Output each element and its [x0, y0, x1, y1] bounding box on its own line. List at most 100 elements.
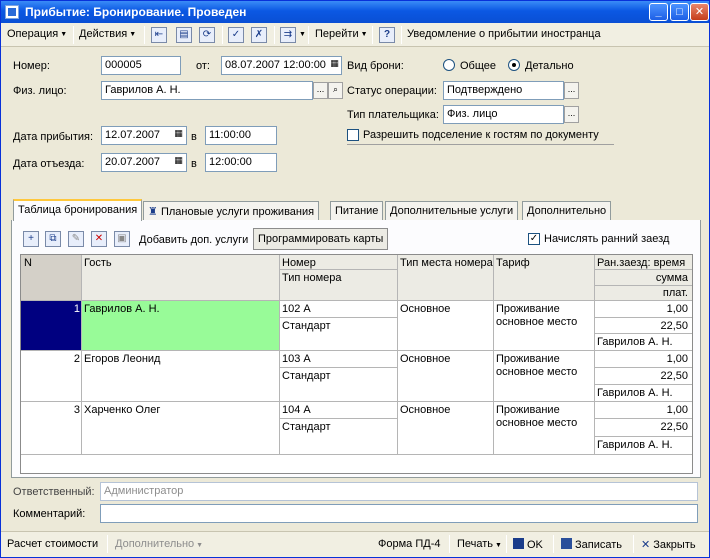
tab-planned-services[interactable]: ♜ Плановые услуги проживания — [143, 201, 320, 221]
early-payer-cell[interactable]: Гаврилов А. Н. — [597, 336, 673, 348]
tariff-cell[interactable]: Проживание — [496, 303, 560, 315]
calendar-icon[interactable]: ▦ — [171, 154, 186, 171]
program-cards-button[interactable]: Программировать карты — [253, 228, 389, 250]
doc-date-field[interactable]: 08.07.2007 12:00:00 — [221, 56, 342, 75]
comment-field[interactable] — [100, 504, 698, 523]
guest-cell[interactable]: Гаврилов А. Н. — [84, 303, 160, 315]
col-early-payer-header[interactable]: плат. — [663, 287, 688, 299]
tab-booking-table[interactable]: Таблица бронирования — [13, 199, 143, 221]
tab-additional-services[interactable]: Дополнительные услуги — [385, 201, 519, 221]
notify-foreigner-button[interactable]: Уведомление о прибытии иностранца — [407, 28, 601, 40]
tab-additional[interactable]: Дополнительно — [522, 201, 612, 221]
row-number[interactable]: 1 — [24, 303, 80, 315]
room-type-cell[interactable]: Стандарт — [282, 320, 331, 332]
maximize-button[interactable]: □ — [670, 3, 689, 21]
back-icon[interactable]: ⇤ — [151, 27, 167, 43]
post-icon[interactable]: ✓ — [228, 27, 244, 43]
minimize-button[interactable]: _ — [649, 3, 668, 21]
based-on-icon[interactable]: ⇉ — [280, 27, 296, 43]
dropdown-arrow-icon: ▼ — [129, 31, 137, 38]
ok-icon — [513, 538, 524, 549]
early-checkin-checkbox[interactable]: ✓ — [528, 233, 540, 245]
help-icon[interactable]: ? — [379, 27, 395, 43]
early-payer-cell[interactable]: Гаврилов А. Н. — [597, 439, 673, 451]
tab-meals[interactable]: Питание — [330, 201, 384, 221]
delete-row-icon[interactable]: ✕ — [91, 231, 107, 247]
print-menu[interactable]: Печать ▼ — [457, 538, 502, 550]
room-cell[interactable]: 104 А — [282, 404, 311, 416]
based-on-dropdown[interactable]: ▼ — [297, 28, 306, 40]
place-cell[interactable]: Основное — [400, 404, 450, 416]
select-person-button[interactable]: ... — [313, 82, 328, 99]
select-status-button[interactable]: ... — [564, 82, 579, 99]
actions-menu[interactable]: Действия ▼ — [79, 28, 136, 40]
end-edit-icon[interactable]: ▣ — [114, 231, 130, 247]
copy-row-icon[interactable]: ⧉ — [45, 231, 61, 247]
tariff-cell-line2[interactable]: основное место — [496, 316, 577, 328]
early-payer-cell[interactable]: Гаврилов А. Н. — [597, 387, 673, 399]
save-button[interactable]: Записать — [561, 538, 622, 551]
radio-general-label: Общее — [460, 60, 497, 72]
room-cell[interactable]: 103 А — [282, 353, 311, 365]
col-tariff-header[interactable]: Тариф — [496, 257, 530, 269]
tariff-cell[interactable]: Проживание — [496, 353, 560, 365]
calendar-icon[interactable]: ▦ — [327, 57, 342, 74]
select-payer-type-button[interactable]: ... — [564, 106, 579, 123]
guest-cell[interactable]: Харченко Олег — [84, 404, 160, 416]
early-time-cell[interactable]: 1,00 — [667, 303, 688, 315]
add-services-button[interactable]: Добавить доп. услуги — [139, 234, 248, 246]
arrival-at-label: в — [191, 131, 197, 143]
col-early-time-header[interactable]: Ран.заезд: время — [597, 257, 685, 269]
person-field[interactable]: Гаврилов А. Н. — [101, 81, 313, 100]
radio-general[interactable] — [443, 59, 455, 71]
room-cell[interactable]: 102 А — [282, 303, 311, 315]
place-cell[interactable]: Основное — [400, 353, 450, 365]
ok-button[interactable]: OK — [513, 538, 543, 551]
early-sum-cell[interactable]: 22,50 — [660, 421, 688, 433]
early-time-cell[interactable]: 1,00 — [667, 404, 688, 416]
tariff-cell[interactable]: Проживание — [496, 404, 560, 416]
tariff-cell-line2[interactable]: основное место — [496, 417, 577, 429]
search-icon[interactable]: ⌕ — [328, 82, 343, 99]
goto-menu[interactable]: Перейти ▼ — [315, 28, 368, 40]
early-time-cell[interactable]: 1,00 — [667, 353, 688, 365]
col-room-header[interactable]: Номер — [282, 257, 316, 269]
col-place-header[interactable]: Тип места номера — [400, 257, 493, 269]
form-pd4-button[interactable]: Форма ПД-4 — [378, 538, 440, 550]
row-number[interactable]: 3 — [24, 404, 80, 416]
radio-detail[interactable] — [508, 59, 520, 71]
calc-cost-button[interactable]: Расчет стоимости — [7, 538, 98, 550]
booking-kind-label: Вид брони: — [347, 60, 404, 72]
close-window-button[interactable]: ✕ — [690, 3, 709, 21]
col-guest-header[interactable]: Гость — [84, 257, 112, 269]
refresh-icon[interactable]: ⟳ — [199, 27, 215, 43]
payer-type-field[interactable]: Физ. лицо — [443, 105, 564, 124]
col-n-header[interactable]: N — [24, 257, 32, 269]
room-type-cell[interactable]: Стандарт — [282, 370, 331, 382]
departure-time-field[interactable]: 12:00:00 — [205, 153, 277, 172]
room-type-cell[interactable]: Стандарт — [282, 421, 331, 433]
document-icon — [5, 5, 19, 19]
number-field[interactable]: 000005 — [101, 56, 181, 75]
row-number[interactable]: 2 — [24, 353, 80, 365]
early-sum-cell[interactable]: 22,50 — [660, 370, 688, 382]
departure-label: Дата отъезда: — [13, 158, 85, 170]
operation-menu[interactable]: Операция ▼ — [7, 28, 67, 40]
calendar-icon[interactable]: ▦ — [171, 127, 186, 144]
place-cell[interactable]: Основное — [400, 303, 450, 315]
responsible-field[interactable]: Администратор — [100, 482, 698, 501]
edit-row-icon[interactable]: ✎ — [68, 231, 84, 247]
op-status-field[interactable]: Подтверждено — [443, 81, 564, 100]
tariff-cell-line2[interactable]: основное место — [496, 366, 577, 378]
col-early-sum-header[interactable]: сумма — [656, 272, 688, 284]
form-icon[interactable]: ▤ — [176, 27, 192, 43]
unpost-icon[interactable]: ✗ — [251, 27, 267, 43]
extra-menu[interactable]: Дополнительно ▼ — [115, 538, 203, 550]
add-row-icon[interactable]: + — [23, 231, 39, 247]
col-room-type-header[interactable]: Тип номера — [282, 272, 342, 284]
close-button[interactable]: ✕ Закрыть — [641, 538, 696, 551]
allow-share-checkbox[interactable] — [347, 129, 359, 141]
guest-cell[interactable]: Егоров Леонид — [84, 353, 160, 365]
arrival-time-field[interactable]: 11:00:00 — [205, 126, 277, 145]
early-sum-cell[interactable]: 22,50 — [660, 320, 688, 332]
